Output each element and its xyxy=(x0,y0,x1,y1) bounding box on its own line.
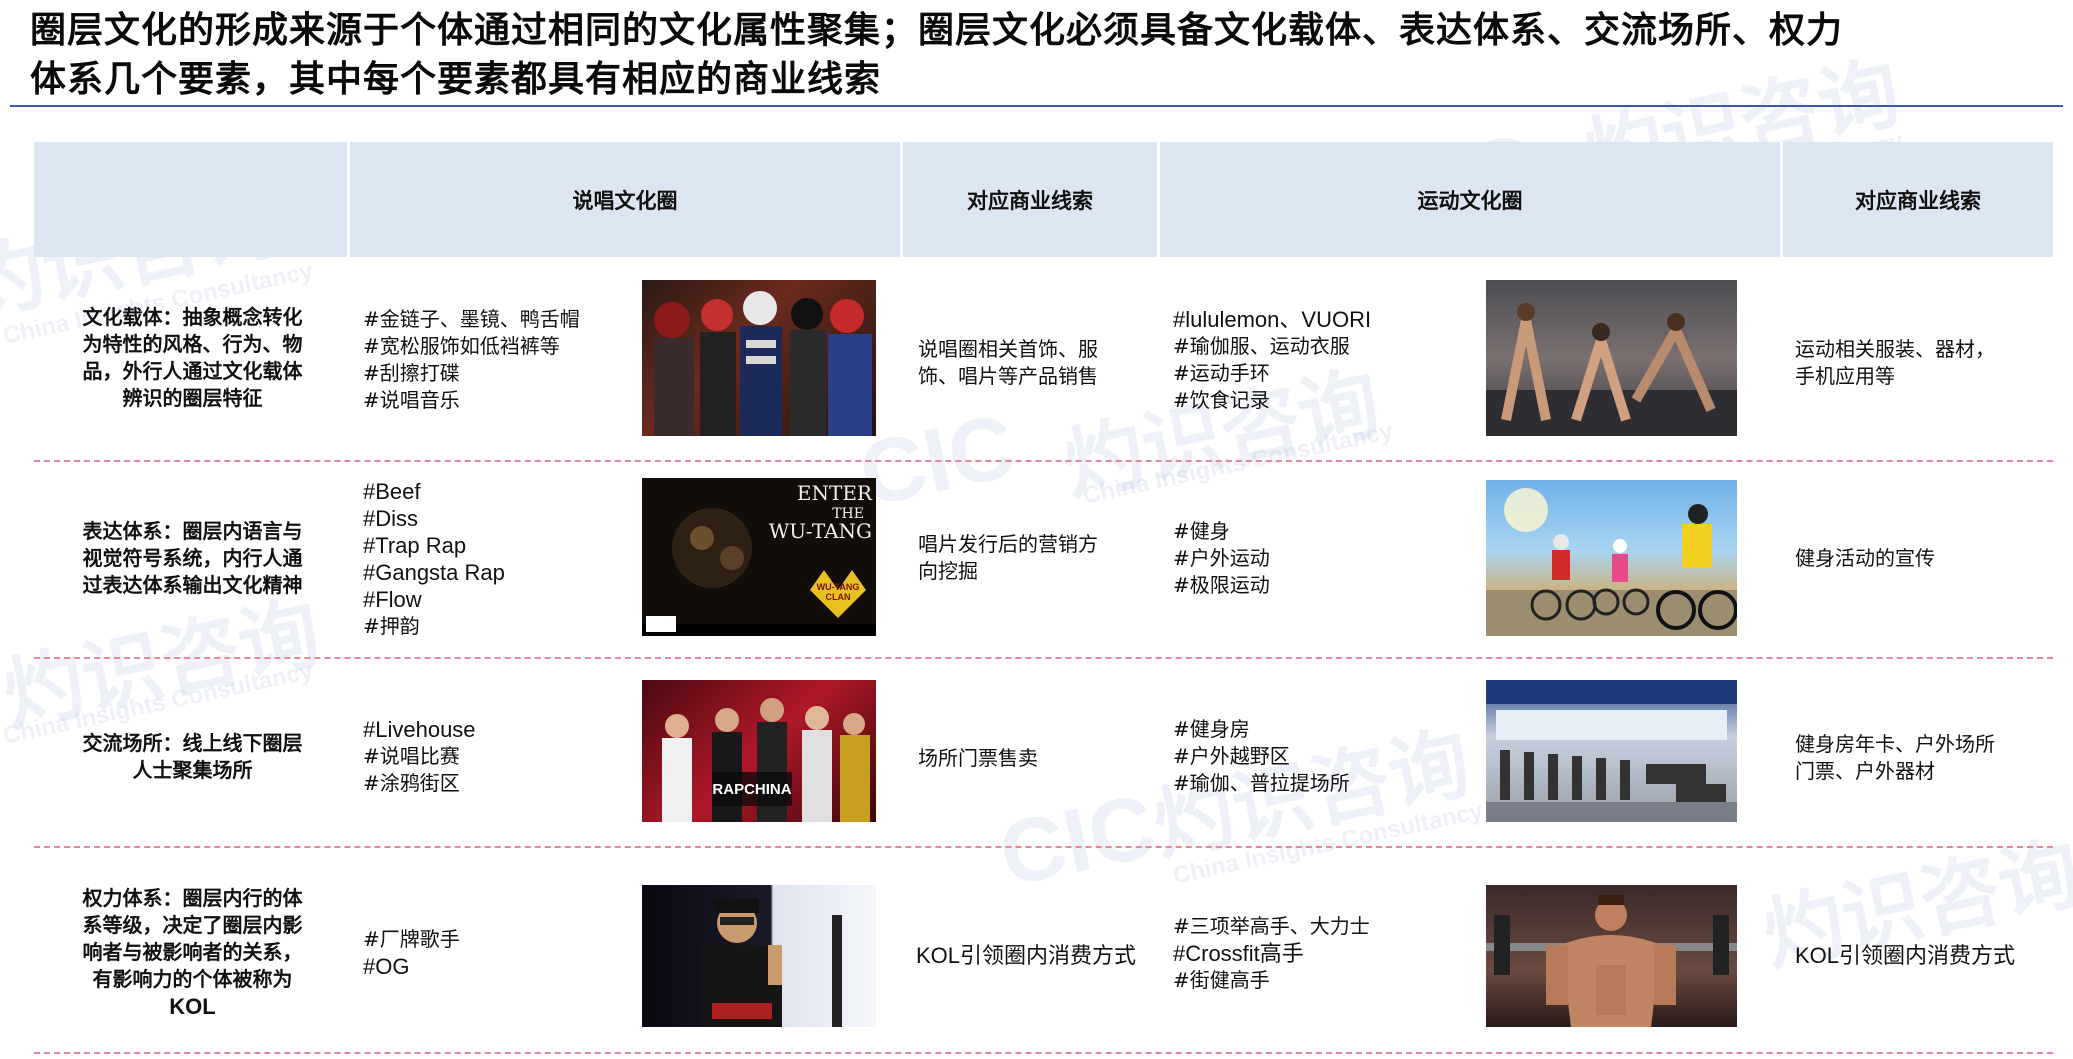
row-label-expression-system: 表达体系：圈层内语言与 视觉符号系统，内行人通 过表达体系输出文化精神 xyxy=(82,519,303,597)
tag-item: #宽松服饰如低裆裤等 xyxy=(363,334,560,358)
rap-business-text: 场所门票售卖 xyxy=(918,746,1038,770)
page-title-line-1: 圈层文化的形成来源于个体通过相同的文化属性聚集；圈层文化必须具备文化载体、表达体… xyxy=(30,10,1844,51)
row-divider xyxy=(34,1052,2053,1054)
row-label-power-system: 权力体系：圈层内行的体 系等级，决定了圈层内影 响者与被影响者的关系， 有影响力… xyxy=(50,885,335,1020)
tag-item: #户外越野区 xyxy=(1173,744,1290,768)
tag-item: #厂牌歌手 xyxy=(363,927,460,951)
album-cover-title: ENTER xyxy=(797,481,873,505)
row-divider xyxy=(34,460,2053,462)
sports-business-text: 运动相关服装、器材， 手机应用等 xyxy=(1795,337,1995,388)
row-divider xyxy=(34,657,2053,659)
tag-item: #lululemon、VUORI xyxy=(1173,307,1372,332)
sports-business-text: 健身活动的宣传 xyxy=(1795,546,1935,570)
tag-item: #说唱比赛 xyxy=(363,744,460,768)
sports-tags-list: #lululemon、VUORI #瑜伽服、运动衣服 #运动手环 #饮食记录 xyxy=(1173,306,1371,414)
tag-item: #Gangsta Rap xyxy=(363,560,505,585)
rap-tags-list: #Beef #Diss #Trap Rap #Gangsta Rap #Flow… xyxy=(363,478,505,640)
bodybuilder-photo xyxy=(1486,885,1737,1027)
header-sports-circle: 运动文化圈 xyxy=(1417,187,1523,213)
album-logo-text: WU-TANG xyxy=(817,582,860,592)
row-divider xyxy=(34,846,2053,848)
album-logo-text: CLAN xyxy=(826,592,851,602)
yoga-class-photo xyxy=(1486,280,1737,436)
watermark-en: China Insights Consultancy xyxy=(1080,417,1396,510)
tag-item: #饮食记录 xyxy=(1173,388,1270,412)
wu-tang-album-cover: ENTER THE WU-TANG WU-TANG CLAN xyxy=(642,478,876,636)
tag-item: #押韵 xyxy=(363,614,420,638)
tag-item: #健身 xyxy=(1173,519,1230,543)
tag-item: #健身房 xyxy=(1173,717,1250,741)
tag-item: #户外运动 xyxy=(1173,546,1270,570)
tag-item: #涂鸦街区 xyxy=(363,771,460,795)
tag-item: #Trap Rap xyxy=(363,533,467,558)
rap-business-text: 说唱圈相关首饰、服 饰、唱片等产品销售 xyxy=(918,337,1098,388)
watermark-logo: CIC xyxy=(991,775,1164,907)
tag-item: #说唱音乐 xyxy=(363,388,460,412)
header-sports-business: 对应商业线索 xyxy=(1855,187,1981,213)
rap-business-text: 唱片发行后的营销方 向挖掘 xyxy=(918,532,1098,583)
row-label-exchange-venue: 交流场所：线上线下圈层 人士聚集场所 xyxy=(82,731,303,782)
tag-item: #金链子、墨镜、鸭舌帽 xyxy=(363,307,580,331)
tag-item: #街健高手 xyxy=(1173,968,1270,992)
tag-item: #运动手环 xyxy=(1173,361,1270,385)
rap-tags-list: #厂牌歌手 #OG xyxy=(363,926,460,980)
tag-item: #三项举高手、大力士 xyxy=(1173,914,1370,938)
page-title: 圈层文化的形成来源于个体通过相同的文化属性聚集；圈层文化必须具备文化载体、表达体… xyxy=(30,6,2050,104)
tag-item: #Diss xyxy=(363,506,419,531)
tag-item: #瑜伽、普拉提场所 xyxy=(1173,771,1350,795)
sports-tags-list: #三项举高手、大力士 #Crossfit高手 #街健高手 xyxy=(1173,913,1370,994)
tag-item: #极限运动 xyxy=(1173,573,1270,597)
album-cover-title: WU-TANG xyxy=(769,519,872,543)
tag-item: #Beef xyxy=(363,479,421,504)
rapper-performing-photo xyxy=(642,885,876,1027)
tag-item: #刮擦打碟 xyxy=(363,361,460,385)
tag-item: #瑜伽服、运动衣服 xyxy=(1173,334,1350,358)
title-rule xyxy=(10,105,2063,107)
rap-group-photo xyxy=(642,280,876,436)
sports-tags-list: #健身房 #户外越野区 #瑜伽、普拉提场所 xyxy=(1173,716,1350,797)
sports-business-text: 健身房年卡、户外场所 门票、户外器材 xyxy=(1795,732,1995,783)
tag-item: #Livehouse xyxy=(363,717,476,742)
show-banner-text: RAPCHINA xyxy=(712,781,791,798)
rap-business-text: KOL引领圈内消费方式 xyxy=(916,943,1137,968)
rap-tags-list: #Livehouse #说唱比赛 #涂鸦街区 xyxy=(363,716,476,797)
sports-tags-list: #健身 #户外运动 #极限运动 xyxy=(1173,518,1270,599)
kol-label: KOL xyxy=(169,994,216,1019)
rap-show-stage-photo: RAPCHINA xyxy=(642,680,876,822)
page-title-line-2: 体系几个要素，其中每个要素都具有相应的商业线索 xyxy=(30,59,882,100)
tag-item: #OG xyxy=(363,954,410,979)
header-rap-business: 对应商业线索 xyxy=(967,187,1093,213)
rap-tags-list: #金链子、墨镜、鸭舌帽 #宽松服饰如低裆裤等 #刮擦打碟 #说唱音乐 xyxy=(363,306,580,414)
header-rap-circle: 说唱文化圈 xyxy=(572,187,678,213)
watermark-en: China Insights Consultancy xyxy=(1170,797,1486,890)
tag-item: #Flow xyxy=(363,587,422,612)
sports-business-text: KOL引领圈内消费方式 xyxy=(1795,943,2016,968)
gym-interior-photo xyxy=(1486,680,1737,822)
tag-item: #Crossfit高手 xyxy=(1173,941,1304,966)
row-label-cultural-carrier: 文化载体：抽象概念转化 为特性的风格、行为、物 品，外行人通过文化载体 辨识的圈… xyxy=(82,305,303,410)
cycling-photo xyxy=(1486,480,1737,636)
